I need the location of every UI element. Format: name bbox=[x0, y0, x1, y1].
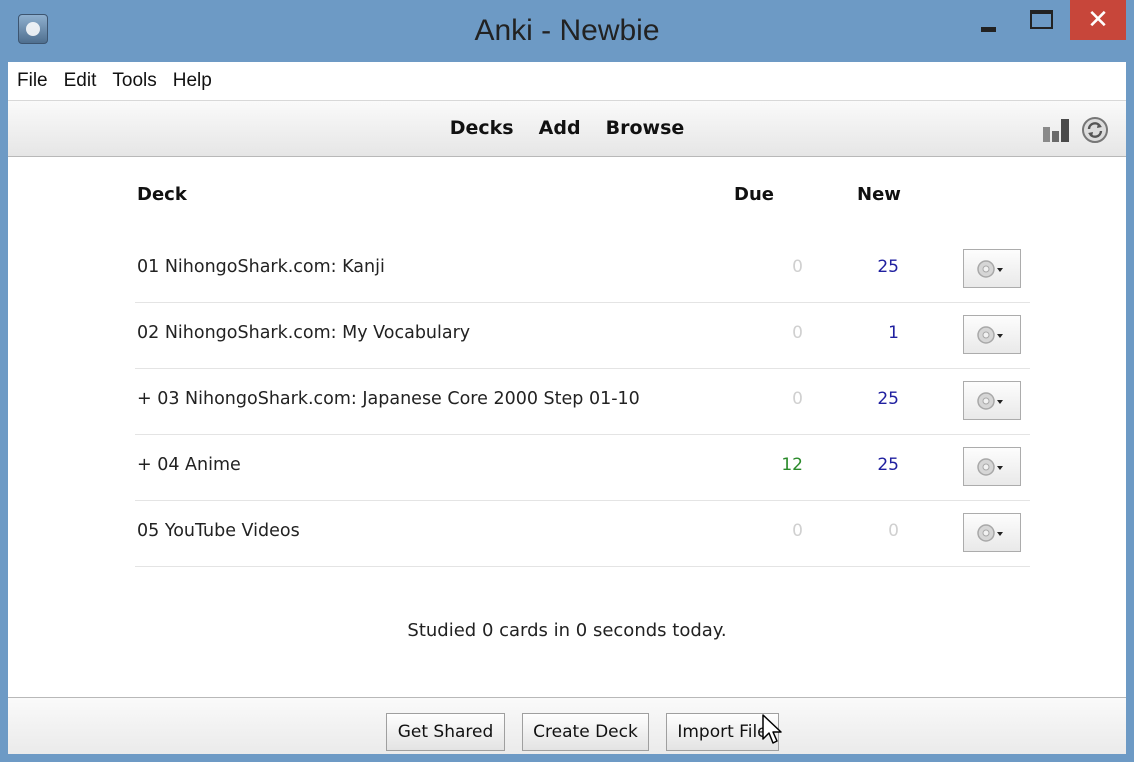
gear-icon bbox=[977, 392, 1003, 410]
deck-options-button[interactable] bbox=[963, 249, 1021, 288]
new-count: 25 bbox=[877, 389, 899, 409]
menu-tools[interactable]: Tools bbox=[104, 62, 164, 100]
deck-name[interactable]: 05 YouTube Videos bbox=[137, 521, 300, 541]
bottom-bar: Get Shared Create Deck Import File bbox=[8, 697, 1126, 754]
gear-icon bbox=[977, 458, 1003, 476]
deck-options-button[interactable] bbox=[963, 315, 1021, 354]
top-toolbar: Decks Add Browse bbox=[8, 101, 1126, 157]
menu-edit[interactable]: Edit bbox=[56, 62, 105, 100]
gear-icon bbox=[977, 260, 1003, 278]
deck-browser: Deck Due New 01 NihongoShark.com: Kanji … bbox=[8, 157, 1126, 697]
new-count: 1 bbox=[888, 323, 899, 343]
due-count: 12 bbox=[781, 455, 803, 475]
browse-link[interactable]: Browse bbox=[606, 117, 685, 139]
deck-row: 05 YouTube Videos 0 0 bbox=[135, 501, 1030, 567]
deck-row: + 04 Anime 12 25 bbox=[135, 435, 1030, 501]
new-count: 25 bbox=[877, 455, 899, 475]
deck-table: Deck Due New 01 NihongoShark.com: Kanji … bbox=[135, 157, 1030, 567]
anki-main-window: Anki - Newbie ✕ File Edit Tools Help Decks … bbox=[0, 0, 1134, 762]
get-shared-button[interactable]: Get Shared bbox=[386, 713, 505, 751]
deck-name[interactable]: + 03 NihongoShark.com: Japanese Core 200… bbox=[137, 389, 640, 409]
minimize-button[interactable] bbox=[963, 0, 1013, 40]
deck-name[interactable]: 02 NihongoShark.com: My Vocabulary bbox=[137, 323, 470, 343]
study-summary: Studied 0 cards in 0 seconds today. bbox=[407, 620, 727, 641]
due-count: 0 bbox=[792, 389, 803, 409]
deck-name[interactable]: + 04 Anime bbox=[137, 455, 241, 475]
new-count: 25 bbox=[877, 257, 899, 277]
due-column-header: Due bbox=[734, 184, 774, 205]
due-count: 0 bbox=[792, 323, 803, 343]
due-count: 0 bbox=[792, 521, 803, 541]
stats-icon[interactable] bbox=[1042, 117, 1070, 143]
deck-row: + 03 NihongoShark.com: Japanese Core 200… bbox=[135, 369, 1030, 435]
create-deck-button[interactable]: Create Deck bbox=[522, 713, 649, 751]
new-count: 0 bbox=[888, 521, 899, 541]
add-link[interactable]: Add bbox=[539, 117, 581, 139]
deck-options-button[interactable] bbox=[963, 513, 1021, 552]
toolbar-links: Decks Add Browse bbox=[440, 117, 695, 139]
menu-file[interactable]: File bbox=[8, 62, 56, 100]
menu-help[interactable]: Help bbox=[165, 62, 220, 100]
gear-icon bbox=[977, 326, 1003, 344]
table-header: Deck Due New bbox=[135, 157, 1030, 237]
due-count: 0 bbox=[792, 257, 803, 277]
title-bar[interactable]: Anki - Newbie ✕ bbox=[8, 0, 1126, 62]
menu-bar: File Edit Tools Help bbox=[8, 62, 1126, 101]
maximize-button[interactable] bbox=[1014, 0, 1066, 40]
deck-row: 01 NihongoShark.com: Kanji 0 25 bbox=[135, 237, 1030, 303]
mouse-cursor-icon bbox=[762, 714, 782, 744]
deck-options-button[interactable] bbox=[963, 381, 1021, 420]
window-title: Anki - Newbie bbox=[474, 14, 660, 47]
new-column-header: New bbox=[857, 184, 901, 205]
decks-link[interactable]: Decks bbox=[450, 117, 514, 139]
deck-name[interactable]: 01 NihongoShark.com: Kanji bbox=[137, 257, 385, 277]
deck-column-header: Deck bbox=[137, 184, 187, 205]
deck-row: 02 NihongoShark.com: My Vocabulary 0 1 bbox=[135, 303, 1030, 369]
sync-icon[interactable] bbox=[1081, 116, 1109, 144]
close-button[interactable]: ✕ bbox=[1070, 0, 1126, 40]
deck-options-button[interactable] bbox=[963, 447, 1021, 486]
gear-icon bbox=[977, 524, 1003, 542]
